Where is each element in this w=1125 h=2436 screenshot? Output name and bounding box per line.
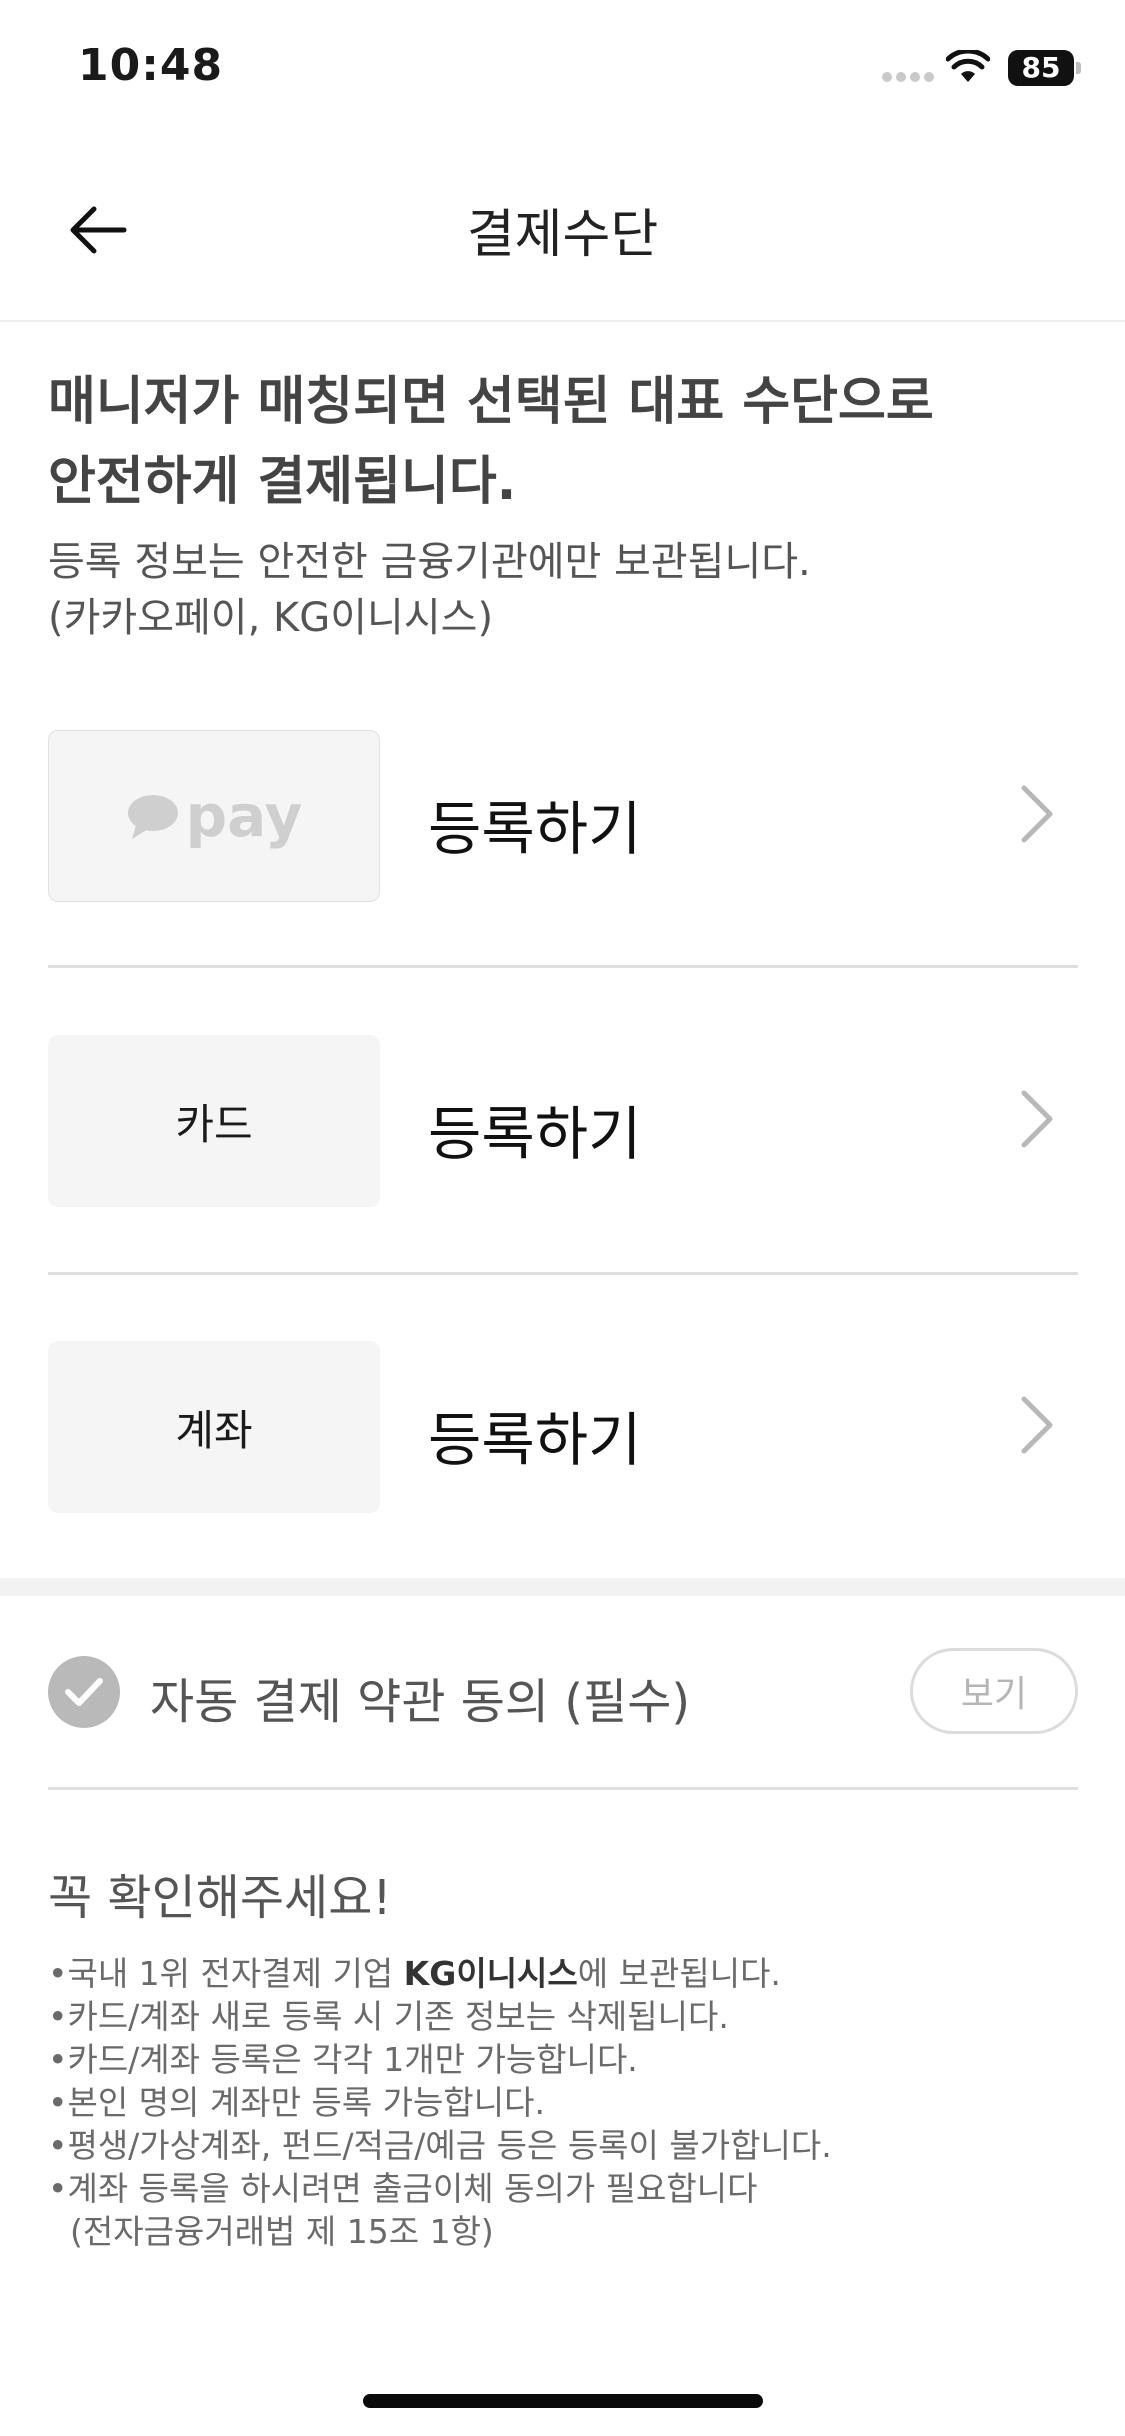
notice-item: (전자금융거래법 제 15조 1항) (70, 2212, 494, 2251)
chevron-right-icon (1021, 1090, 1053, 1148)
nav-header: 결제수단 (0, 140, 1125, 322)
home-indicator[interactable] (363, 2394, 763, 2408)
chevron-right-icon (1021, 1396, 1053, 1454)
notice-item-strong: KG이니시스 (403, 1954, 578, 1993)
subtext-line-1: 등록 정보는 안전한 금융기관에만 보관됩니다. (48, 539, 811, 585)
notice-title: 꼭 확인해주세요! (48, 1870, 392, 1926)
register-label: 등록하기 (428, 1100, 642, 1168)
wifi-icon (946, 50, 990, 82)
notice-item: •계좌 등록을 하시려면 출금이체 동의가 필요합니다 (48, 2169, 758, 2208)
status-bar: 10:48 85 (0, 0, 1125, 140)
view-terms-button[interactable]: 보기 (910, 1648, 1078, 1734)
headline-line-2: 안전하게 결제됩니다. (48, 452, 517, 512)
subtext: 등록 정보는 안전한 금융기관에만 보관됩니다. (카카오페이, KG이니시스) (48, 534, 1088, 646)
method-row-kakaopay[interactable]: pay 등록하기 (48, 730, 1078, 902)
checkmark-icon (65, 1678, 103, 1706)
notice-item: •국내 1위 전자결제 기업 KG이니시스에 보관됩니다. (48, 1954, 781, 1993)
account-logo: 계좌 (48, 1341, 380, 1513)
agreement-checkbox[interactable] (48, 1656, 120, 1728)
notice-item: •본인 명의 계좌만 등록 가능합니다. (48, 2083, 545, 2122)
chevron-right-icon (1021, 785, 1053, 843)
kakaopay-logo-text: pay (185, 782, 303, 850)
headline: 매니저가 매칭되면 선택된 대표 수단으로 안전하게 결제됩니다. (48, 362, 1088, 522)
notice-item: •평생/가상계좌, 펀드/적금/예금 등은 등록이 불가합니다. (48, 2126, 832, 2165)
notice-item: •카드/계좌 등록은 각각 1개만 가능합니다. (48, 2040, 638, 2079)
notice-item: •카드/계좌 새로 등록 시 기존 정보는 삭제됩니다. (48, 1997, 729, 2036)
agreement-label[interactable]: 자동 결제 약관 동의 (필수) (150, 1662, 690, 1732)
register-label: 등록하기 (428, 795, 642, 863)
notice-list: •국내 1위 전자결제 기업 KG이니시스에 보관됩니다. •카드/계좌 새로 … (48, 1952, 1088, 2253)
divider (48, 1787, 1078, 1790)
divider (48, 1272, 1078, 1275)
method-row-account[interactable]: 계좌 등록하기 (48, 1341, 1078, 1513)
method-row-card[interactable]: 카드 등록하기 (48, 1035, 1078, 1207)
battery-tip (1076, 62, 1081, 74)
subtext-line-2: (카카오페이, KG이니시스) (48, 595, 494, 641)
divider (48, 965, 1078, 968)
battery-icon: 85 (1008, 50, 1074, 86)
page-title: 결제수단 (466, 205, 659, 265)
cellular-signal-icon (882, 72, 934, 84)
kakao-speech-bubble-icon (127, 795, 178, 839)
card-logo: 카드 (48, 1035, 380, 1207)
headline-line-1: 매니저가 매칭되면 선택된 대표 수단으로 (48, 372, 934, 432)
register-label: 등록하기 (428, 1406, 642, 1474)
kakaopay-logo: pay (48, 730, 380, 902)
section-separator (0, 1578, 1125, 1596)
auto-payment-agreement-row: 자동 결제 약관 동의 (필수) 보기 (48, 1648, 1078, 1738)
status-time: 10:48 (78, 40, 224, 91)
